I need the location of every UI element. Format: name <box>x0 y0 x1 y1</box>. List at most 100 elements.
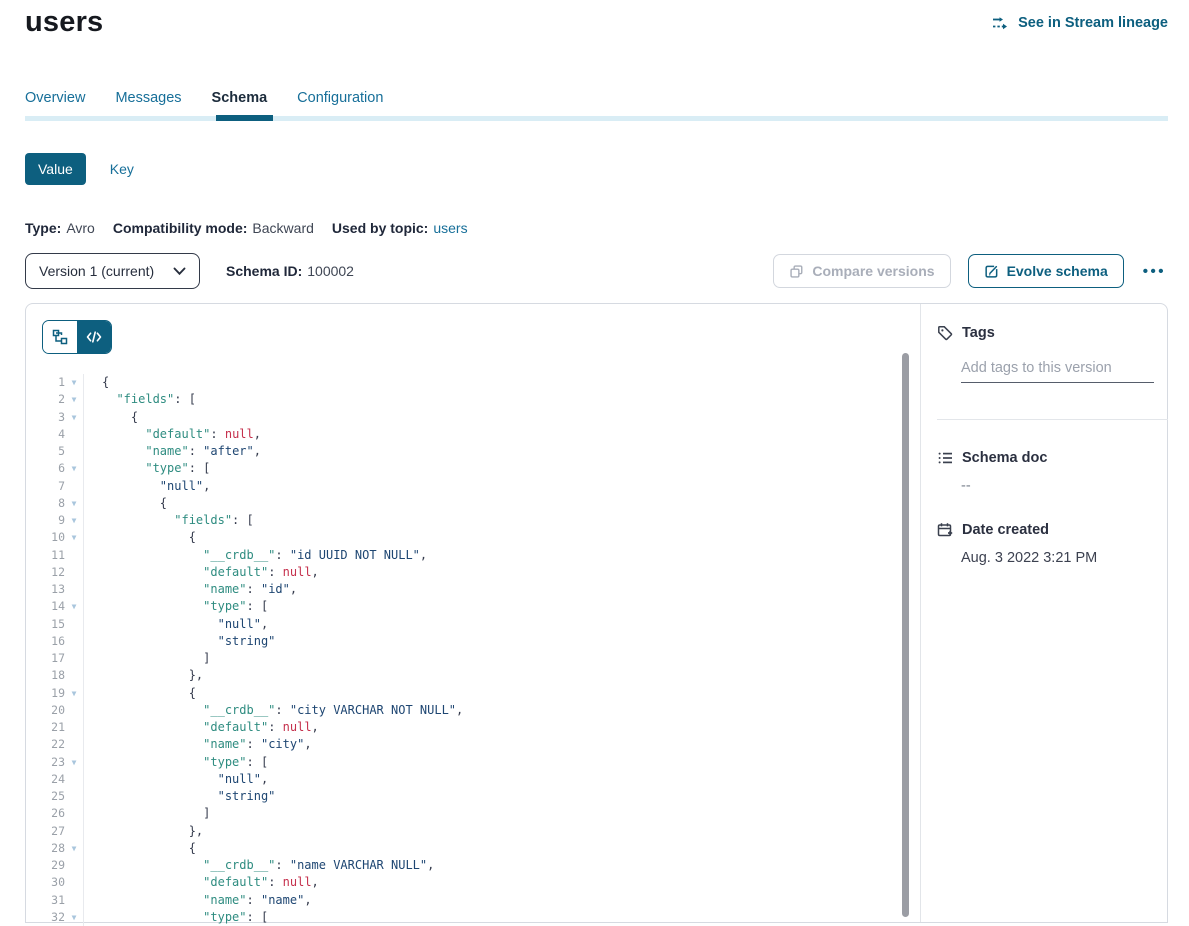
code-line: 12 "default": null, <box>26 564 894 581</box>
fold-gutter <box>65 581 84 598</box>
code-text: { <box>84 495 167 512</box>
code-text: ] <box>84 805 210 822</box>
calendar-add-icon <box>937 522 953 538</box>
code-line: 25 "string" <box>26 788 894 805</box>
tab-configuration[interactable]: Configuration <box>297 90 383 106</box>
fold-arrow-icon[interactable]: ▼ <box>65 374 84 391</box>
tab-overview[interactable]: Overview <box>25 90 85 106</box>
line-number: 23 <box>26 754 65 771</box>
code-line: 30 "default": null, <box>26 874 894 891</box>
version-select-value: Version 1 (current) <box>39 263 154 279</box>
fold-arrow-icon[interactable]: ▼ <box>65 529 84 546</box>
list-icon <box>937 450 953 466</box>
active-tab-indicator <box>216 115 273 121</box>
chevron-down-icon <box>173 267 186 276</box>
line-number: 3 <box>26 409 65 426</box>
code-text: { <box>84 685 196 702</box>
fold-arrow-icon[interactable]: ▼ <box>65 495 84 512</box>
tab-schema[interactable]: Schema <box>212 90 268 106</box>
value-toggle-button[interactable]: Value <box>25 153 86 185</box>
version-select[interactable]: Version 1 (current) <box>25 253 200 289</box>
compatibility-value: Backward <box>252 220 313 236</box>
line-number: 24 <box>26 771 65 788</box>
compare-versions-label: Compare versions <box>812 263 934 279</box>
line-number: 12 <box>26 564 65 581</box>
fold-arrow-icon[interactable]: ▼ <box>65 909 84 926</box>
more-actions-button[interactable]: ••• <box>1141 263 1168 280</box>
date-created-section-header: Date created <box>937 522 1167 538</box>
tab-track <box>25 116 1168 121</box>
code-line: 1▼{ <box>26 374 894 391</box>
code-line: 19▼ { <box>26 685 894 702</box>
fold-arrow-icon[interactable]: ▼ <box>65 391 84 408</box>
code-text: ] <box>84 650 210 667</box>
code-text: "null", <box>84 616 268 633</box>
tab-messages[interactable]: Messages <box>115 90 181 106</box>
tags-section-header: Tags <box>937 325 1167 341</box>
line-number: 22 <box>26 736 65 753</box>
code-text: "string" <box>84 788 275 805</box>
code-text: "default": null, <box>84 719 319 736</box>
code-text: }, <box>84 823 203 840</box>
code-view-icon <box>86 330 102 344</box>
compare-versions-button[interactable]: Compare versions <box>773 254 950 288</box>
code-view-button[interactable] <box>77 321 111 353</box>
stream-lineage-link[interactable]: See in Stream lineage <box>992 15 1168 31</box>
evolve-schema-button[interactable]: Evolve schema <box>968 254 1124 288</box>
code-text: { <box>84 409 138 426</box>
code-line: 26 ] <box>26 805 894 822</box>
fold-arrow-icon[interactable]: ▼ <box>65 512 84 529</box>
fold-arrow-icon[interactable]: ▼ <box>65 685 84 702</box>
key-toggle-link[interactable]: Key <box>110 161 134 177</box>
line-number: 10 <box>26 529 65 546</box>
code-text: "type": [ <box>84 460 210 477</box>
fold-arrow-icon[interactable]: ▼ <box>65 598 84 615</box>
line-number: 17 <box>26 650 65 667</box>
schema-code-editor[interactable]: 1▼{2▼ "fields": [3▼ {4 "default": null,5… <box>26 374 894 926</box>
code-line: 2▼ "fields": [ <box>26 391 894 408</box>
stream-lineage-icon <box>992 16 1011 31</box>
code-text: "type": [ <box>84 598 268 615</box>
fold-gutter <box>65 443 84 460</box>
version-controls-row: Version 1 (current) Schema ID: 100002 Co… <box>25 253 1168 289</box>
tree-view-button[interactable] <box>43 321 77 353</box>
fold-arrow-icon[interactable]: ▼ <box>65 754 84 771</box>
add-tags-input[interactable] <box>961 360 1154 383</box>
schema-doc-value: -- <box>961 478 1167 494</box>
fold-gutter <box>65 857 84 874</box>
schema-doc-section-header: Schema doc <box>937 450 1167 466</box>
tag-icon <box>937 325 953 341</box>
code-text: "null", <box>84 771 268 788</box>
code-line: 7 "null", <box>26 478 894 495</box>
line-number: 26 <box>26 805 65 822</box>
fold-arrow-icon[interactable]: ▼ <box>65 460 84 477</box>
subject-toggle: Value Key <box>25 153 134 185</box>
code-line: 14▼ "type": [ <box>26 598 894 615</box>
code-text: "default": null, <box>84 426 261 443</box>
fold-arrow-icon[interactable]: ▼ <box>65 409 84 426</box>
code-line: 9▼ "fields": [ <box>26 512 894 529</box>
schema-id-label: Schema ID: <box>226 263 302 279</box>
code-text: { <box>84 529 196 546</box>
code-text: "name": "city", <box>84 736 312 753</box>
stream-lineage-label: See in Stream lineage <box>1018 15 1168 31</box>
schema-doc-title: Schema doc <box>962 450 1047 466</box>
fold-gutter <box>65 650 84 667</box>
editor-scrollbar[interactable] <box>902 353 909 917</box>
code-line: 31 "name": "name", <box>26 892 894 909</box>
code-line: 18 }, <box>26 667 894 684</box>
code-line: 28▼ { <box>26 840 894 857</box>
fold-arrow-icon[interactable]: ▼ <box>65 840 84 857</box>
code-text: "__crdb__": "id UUID NOT NULL", <box>84 547 427 564</box>
code-line: 11 "__crdb__": "id UUID NOT NULL", <box>26 547 894 564</box>
view-mode-toggle <box>42 320 112 354</box>
line-number: 20 <box>26 702 65 719</box>
line-number: 32 <box>26 909 65 926</box>
line-number: 15 <box>26 616 65 633</box>
evolve-schema-label: Evolve schema <box>1007 263 1108 279</box>
code-line: 10▼ { <box>26 529 894 546</box>
schema-card: 1▼{2▼ "fields": [3▼ {4 "default": null,5… <box>25 303 1168 923</box>
line-number: 9 <box>26 512 65 529</box>
topic-link[interactable]: users <box>433 220 467 236</box>
line-number: 13 <box>26 581 65 598</box>
